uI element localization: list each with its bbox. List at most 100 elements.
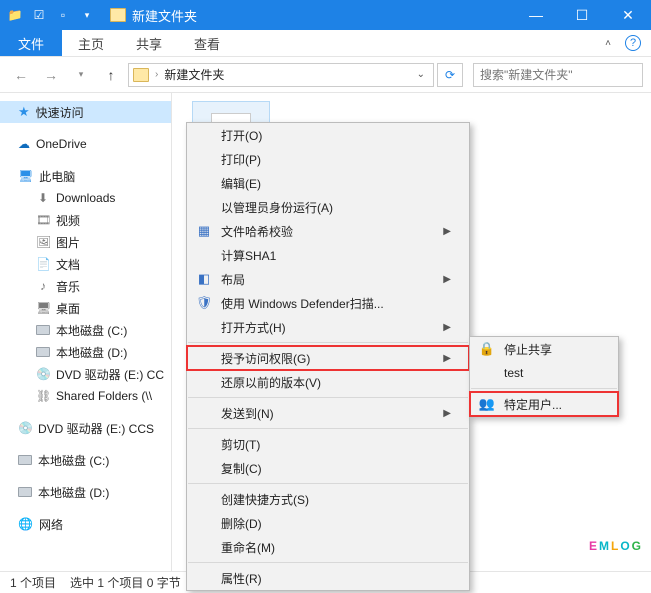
nav-sidebar: ★快速访问 ☁OneDrive 🖥此电脑 ⬇Downloads 🎞视频 🖼图片 … (0, 93, 172, 571)
ribbon-collapse-icon[interactable]: ˄ (605, 38, 611, 49)
separator (188, 397, 468, 398)
help-icon[interactable]: ? (625, 35, 641, 51)
tab-view[interactable]: 查看 (178, 30, 236, 56)
status-item-count: 1 个项目 (10, 574, 56, 591)
ctx-admin[interactable]: 以管理员身份运行(A) (187, 195, 469, 219)
tab-home[interactable]: 主页 (62, 30, 120, 56)
sidebar-item-shared[interactable]: ⛓Shared Folders (\\ (0, 385, 171, 407)
up-button[interactable]: ↑ (98, 62, 124, 88)
ctx-label: 打印(P) (221, 151, 261, 168)
ctx-rename[interactable]: 重命名(M) (187, 535, 469, 559)
sidebar-item-desktop[interactable]: 🖥桌面 (0, 297, 171, 319)
chevron-right-icon: ▶ (443, 408, 451, 419)
ctx-sha1[interactable]: 计算SHA1 (187, 243, 469, 267)
address-bar[interactable]: › 新建文件夹 ⌄ (128, 63, 434, 87)
sidebar-dvd-out[interactable]: 💿DVD 驱动器 (E:) CCS (0, 417, 171, 439)
separator (188, 428, 468, 429)
ctx-sendto[interactable]: 发送到(N)▶ (187, 401, 469, 425)
address-dropdown-icon[interactable]: ⌄ (413, 69, 429, 80)
sidebar-item-label: 本地磁盘 (C:) (56, 322, 127, 339)
ctx-cut[interactable]: 剪切(T) (187, 432, 469, 456)
ctx-edit[interactable]: 编辑(E) (187, 171, 469, 195)
sidebar-quick-access[interactable]: ★快速访问 (0, 101, 171, 123)
sidebar-onedrive[interactable]: ☁OneDrive (0, 133, 171, 155)
breadcrumb[interactable]: 新建文件夹 (164, 66, 224, 83)
sidebar-item-drive-c[interactable]: 本地磁盘 (C:) (0, 319, 171, 341)
document-icon: 📄 (36, 257, 50, 271)
sidebar-item-drive-d[interactable]: 本地磁盘 (D:) (0, 341, 171, 363)
close-button[interactable]: ✕ (605, 0, 651, 30)
sidebar-item-documents[interactable]: 📄 文档 (0, 253, 171, 275)
folder-mini-icon (133, 68, 149, 82)
ctx-print[interactable]: 打印(P) (187, 147, 469, 171)
search-input[interactable] (473, 63, 643, 87)
ctx-properties[interactable]: 属性(R) (187, 566, 469, 590)
sidebar-item-label: Downloads (56, 191, 115, 205)
ctx-defender[interactable]: 🛡使用 Windows Defender扫描... (187, 291, 469, 315)
drive-icon (18, 487, 32, 497)
ctx-hash[interactable]: ▦文件哈希校验▶ (187, 219, 469, 243)
ctx-copy[interactable]: 复制(C) (187, 456, 469, 480)
sidebar-item-music[interactable]: ♪音乐 (0, 275, 171, 297)
submenu-specific-user[interactable]: 👥特定用户... (470, 392, 618, 416)
context-menu: 打开(O) 打印(P) 编辑(E) 以管理员身份运行(A) ▦文件哈希校验▶ 计… (186, 122, 470, 591)
ctx-label: 创建快捷方式(S) (221, 491, 309, 508)
sidebar-item-downloads[interactable]: ⬇Downloads (0, 187, 171, 209)
music-icon: ♪ (36, 279, 50, 293)
separator (188, 483, 468, 484)
sidebar-drive-c-out[interactable]: 本地磁盘 (C:) (0, 449, 171, 471)
sidebar-drive-d-out[interactable]: 本地磁盘 (D:) (0, 481, 171, 503)
picture-icon: 🖼 (36, 235, 50, 249)
ctx-shortcut[interactable]: 创建快捷方式(S) (187, 487, 469, 511)
drive-icon (18, 455, 32, 465)
submenu-label: test (504, 366, 523, 380)
sidebar-thispc[interactable]: 🖥此电脑 (0, 165, 171, 187)
qat-checkbox[interactable]: ☑ (28, 4, 50, 26)
sidebar-item-label: DVD 驱动器 (E:) CCS (38, 420, 154, 437)
sidebar-item-label: 视频 (56, 212, 80, 229)
refresh-button[interactable]: ⟳ (437, 63, 463, 87)
chevron-right-icon: ▶ (443, 226, 451, 237)
layout-icon: ◧ (195, 271, 213, 287)
folder-small-icon[interactable]: 📁 (4, 4, 26, 26)
ctx-label: 删除(D) (221, 515, 262, 532)
forward-button[interactable]: → (38, 62, 64, 88)
watermark: EMLOG (589, 507, 643, 561)
titlebar: 📁 ☑ ▫ ▾ 新建文件夹 ― ☐ ✕ (0, 0, 651, 30)
back-button[interactable]: ← (8, 62, 34, 88)
ctx-restore[interactable]: 还原以前的版本(V) (187, 370, 469, 394)
ribbon-tabs: 文件 主页 共享 查看 ˄ ? (0, 30, 651, 57)
ctx-openwith[interactable]: 打开方式(H)▶ (187, 315, 469, 339)
ctx-label: 布局 (221, 271, 245, 288)
sidebar-network[interactable]: 🌐 网络 (0, 513, 171, 535)
qat-dropdown-icon[interactable]: ▾ (76, 4, 98, 26)
submenu-stop-share[interactable]: 🔒停止共享 (470, 337, 618, 361)
lock-icon: 🔒 (478, 341, 496, 357)
ctx-open[interactable]: 打开(O) (187, 123, 469, 147)
separator (188, 562, 468, 563)
sidebar-item-label: 本地磁盘 (C:) (38, 452, 109, 469)
sidebar-item-label: 文档 (56, 256, 80, 273)
sidebar-item-dvd[interactable]: 💿DVD 驱动器 (E:) CC (0, 363, 171, 385)
window-controls: ― ☐ ✕ (513, 0, 651, 30)
separator (188, 342, 468, 343)
submenu-test[interactable]: test (470, 361, 618, 385)
sidebar-item-pictures[interactable]: 🖼图片 (0, 231, 171, 253)
maximize-button[interactable]: ☐ (559, 0, 605, 30)
ctx-delete[interactable]: 删除(D) (187, 511, 469, 535)
ctx-grant-access[interactable]: 授予访问权限(G)▶ (187, 346, 469, 370)
tab-share[interactable]: 共享 (120, 30, 178, 56)
sidebar-item-label: 网络 (39, 516, 63, 533)
sidebar-item-label: Shared Folders (\\ (56, 389, 152, 403)
drive-icon (36, 347, 50, 357)
network-icon: 🌐 (18, 517, 33, 531)
file-tab[interactable]: 文件 (0, 30, 62, 56)
ctx-label: 重命名(M) (221, 539, 275, 556)
ctx-layout[interactable]: ◧布局▶ (187, 267, 469, 291)
ctx-label: 复制(C) (221, 460, 262, 477)
cloud-icon: ☁ (18, 137, 30, 151)
minimize-button[interactable]: ― (513, 0, 559, 30)
history-dropdown-icon[interactable]: ▾ (68, 62, 94, 88)
sidebar-item-videos[interactable]: 🎞视频 (0, 209, 171, 231)
qat-new[interactable]: ▫ (52, 4, 74, 26)
